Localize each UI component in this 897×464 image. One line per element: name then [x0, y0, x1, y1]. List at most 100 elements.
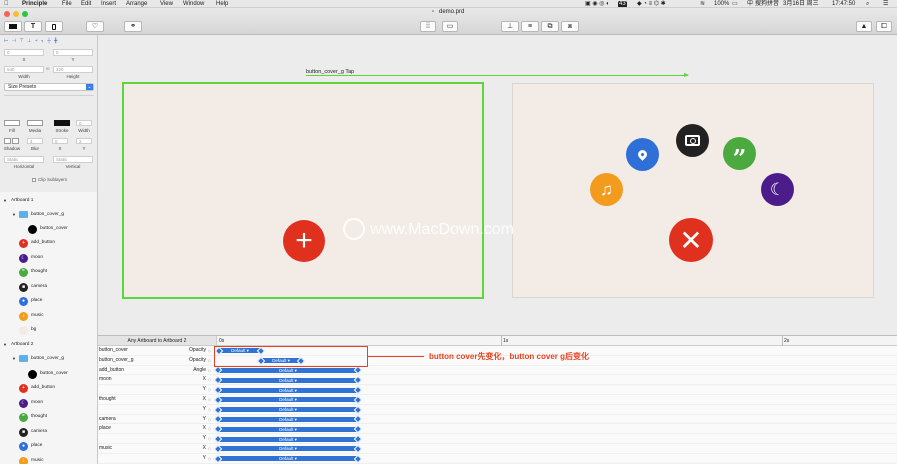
- app-menu[interactable]: Principle: [22, 0, 47, 7]
- link-button[interactable]: ⚭: [124, 21, 142, 32]
- timeline-row[interactable]: Y ◇ Default ▾: [98, 405, 897, 415]
- stroke-swatch[interactable]: [54, 120, 70, 126]
- timeline-row[interactable]: place X ◇ Default ▾: [98, 424, 897, 435]
- animation-curve-bar[interactable]: Default ▾: [217, 397, 359, 403]
- qq-badge[interactable]: 43: [618, 0, 627, 7]
- shadow-x-field[interactable]: 0: [52, 138, 68, 144]
- keyframe-icon[interactable]: ◇: [208, 444, 211, 454]
- width-field[interactable]: 540: [4, 66, 44, 73]
- lock-ratio-icon[interactable]: ∞: [46, 66, 50, 72]
- disclosure-triangle-icon[interactable]: ▼: [3, 194, 7, 208]
- x-field[interactable]: 0: [4, 49, 44, 56]
- keyframe-icon[interactable]: ◇: [208, 346, 211, 356]
- time-ruler[interactable]: 0s 1s 2s: [217, 336, 897, 346]
- transition-header[interactable]: Any Artboard to Artboard 2: [98, 336, 217, 346]
- keyframe-icon[interactable]: ◇: [208, 375, 211, 385]
- vertical-constraint-select[interactable]: Static: [53, 156, 93, 163]
- keyframe-icon[interactable]: ◇: [208, 356, 211, 366]
- keyframe-icon[interactable]: ◇: [208, 366, 211, 376]
- size-presets-select[interactable]: Size Presets ⌄: [4, 83, 94, 91]
- animation-curve-bar[interactable]: Default ▾: [217, 446, 359, 452]
- animation-curve-bar[interactable]: Default ▾: [217, 377, 359, 383]
- timeline-row[interactable]: add_button Angle ◇ Default ▾: [98, 366, 897, 376]
- transition-arrow-line[interactable]: [306, 75, 688, 76]
- input-method-icon[interactable]: 中: [747, 0, 753, 7]
- fill-swatch[interactable]: [4, 120, 20, 126]
- timeline-row[interactable]: music X ◇ Default ▾: [98, 444, 897, 454]
- zoom-window-button[interactable]: [22, 11, 28, 17]
- shadow-color-swatch[interactable]: [12, 138, 19, 144]
- align-middle-button[interactable]: ≡: [521, 21, 539, 32]
- menu-view[interactable]: View: [160, 0, 173, 7]
- add-button[interactable]: +: [283, 220, 325, 262]
- layer-row[interactable]: + add_button: [0, 236, 97, 250]
- clip-sublayers-checkbox[interactable]: [32, 178, 36, 182]
- keyframe-icon[interactable]: ◇: [208, 424, 211, 434]
- learn-button[interactable]: ▲: [856, 21, 872, 32]
- layer-row[interactable]: ♪ music: [0, 309, 97, 323]
- camera-button[interactable]: [676, 124, 709, 157]
- layer-row[interactable]: ▼ Artboard 2: [0, 338, 97, 352]
- disclosure-triangle-icon[interactable]: ▼: [12, 208, 16, 222]
- close-button[interactable]: ✕: [669, 218, 713, 262]
- layer-row[interactable]: ■ camera: [0, 280, 97, 294]
- animation-curve-bar[interactable]: Default ▾: [217, 416, 359, 422]
- notification-icon[interactable]: ☰: [883, 0, 888, 7]
- layer-row[interactable]: ▼ button_cover_g: [0, 352, 97, 366]
- layer-row[interactable]: ❞ thought: [0, 410, 97, 424]
- close-window-button[interactable]: [4, 11, 10, 17]
- menu-file[interactable]: File: [62, 0, 72, 7]
- time[interactable]: 17:47:50: [832, 0, 855, 7]
- arrange-button[interactable]: ⧈: [561, 21, 579, 32]
- y-field[interactable]: 0: [53, 49, 93, 56]
- disclosure-triangle-icon[interactable]: ▼: [3, 338, 7, 352]
- date[interactable]: 3月16日 周三: [783, 0, 819, 7]
- layer-row[interactable]: button_cover: [0, 222, 97, 236]
- stroke-width-field[interactable]: 0: [76, 120, 92, 126]
- timeline-row[interactable]: Y ◇ Default ▾: [98, 385, 897, 395]
- horizontal-constraint-select[interactable]: Static: [4, 156, 44, 163]
- keyframe-icon[interactable]: ◇: [208, 434, 211, 444]
- artboard-tool-button[interactable]: [45, 21, 63, 32]
- artboard-2[interactable]: ” ♫ ☾ ✕: [512, 83, 874, 298]
- preview-button[interactable]: ▭: [442, 21, 458, 32]
- animation-curve-bar[interactable]: Default ▾: [217, 367, 359, 373]
- animation-curve-bar[interactable]: Default ▾: [217, 387, 359, 393]
- thought-button[interactable]: ”: [723, 137, 756, 173]
- component-button[interactable]: ♡: [86, 21, 104, 32]
- layer-row[interactable]: + add_button: [0, 381, 97, 395]
- timeline-row[interactable]: Y ◇ Default ▾: [98, 454, 897, 464]
- place-button[interactable]: [626, 138, 659, 171]
- shadow-y-field[interactable]: 2: [76, 138, 92, 144]
- artboard-1[interactable]: +: [122, 82, 484, 299]
- text-tool-button[interactable]: T: [24, 21, 42, 32]
- battery-level[interactable]: 100%: [714, 0, 729, 7]
- timeline-row[interactable]: thought X ◇ Default ▾: [98, 395, 897, 405]
- animation-curve-bar[interactable]: Default ▾: [217, 407, 359, 413]
- layer-row[interactable]: bg: [0, 323, 97, 337]
- timeline-row[interactable]: moon X ◇ Default ▾: [98, 375, 897, 386]
- layer-row[interactable]: ▼ Artboard 1: [0, 194, 97, 208]
- layer-row[interactable]: ■ camera: [0, 425, 97, 439]
- moon-button[interactable]: ☾: [761, 173, 794, 206]
- align-bottom-button[interactable]: ⊥: [501, 21, 519, 32]
- menu-window[interactable]: Window: [183, 0, 204, 7]
- keyframe-icon[interactable]: ◇: [208, 454, 211, 464]
- layer-row[interactable]: ▼ button_cover_g: [0, 208, 97, 222]
- distribute-button[interactable]: ⧉: [541, 21, 559, 32]
- canvas[interactable]: button_cover_g Tap + ” ♫ ☾ ✕ www.MacDown…: [98, 35, 897, 335]
- layer-row[interactable]: ● place: [0, 439, 97, 453]
- layer-row[interactable]: ● place: [0, 294, 97, 308]
- input-method[interactable]: 搜狗拼音: [755, 0, 779, 7]
- rectangle-tool-button[interactable]: [4, 21, 22, 32]
- mirror-button[interactable]: ⧠: [876, 21, 892, 32]
- shadow-checkbox[interactable]: [4, 138, 11, 144]
- disclosure-triangle-icon[interactable]: ▼: [12, 352, 16, 366]
- minimize-window-button[interactable]: [13, 11, 19, 17]
- status-icons[interactable]: ▣ ◉ ◎ ◐: [585, 0, 610, 7]
- height-field[interactable]: 320: [53, 66, 93, 73]
- animation-curve-bar[interactable]: Default ▾: [217, 436, 359, 442]
- group-button[interactable]: ⁞⁞: [420, 21, 436, 32]
- keyframe-icon[interactable]: ◇: [208, 385, 211, 395]
- media-well[interactable]: [27, 120, 43, 126]
